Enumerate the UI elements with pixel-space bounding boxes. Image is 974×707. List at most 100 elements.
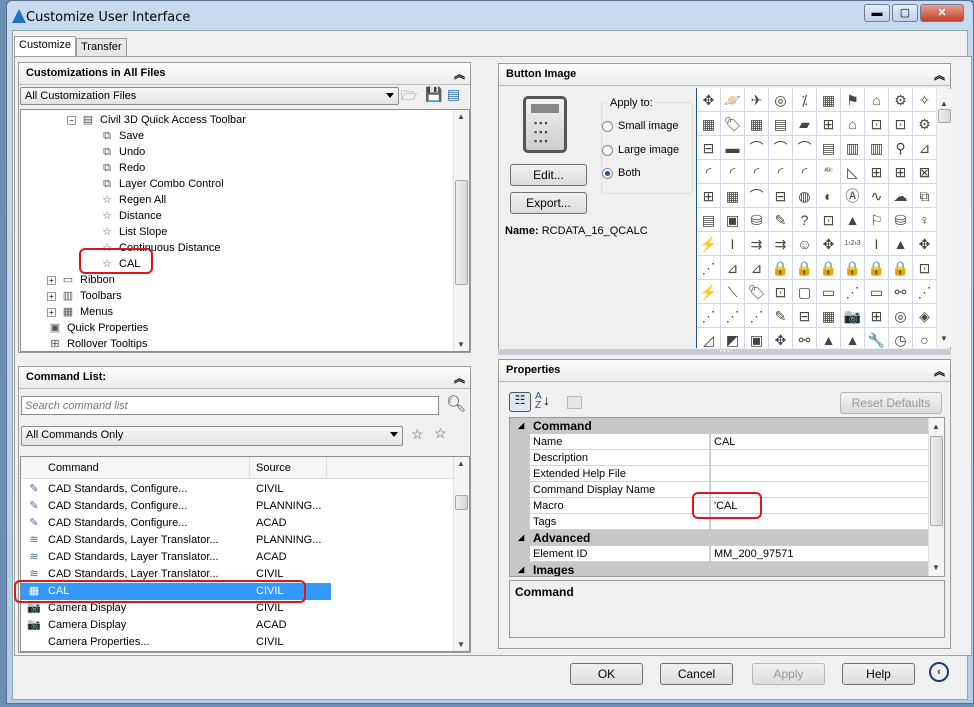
button-image-option-icon[interactable]: ⇉ bbox=[769, 232, 793, 256]
apply-button[interactable]: Apply bbox=[752, 663, 825, 685]
button-image-option-icon[interactable]: ☺ bbox=[793, 232, 817, 256]
collapse-panes-icon[interactable]: ‹ bbox=[929, 662, 949, 682]
tree-item[interactable]: ⧉ Undo bbox=[99, 144, 145, 160]
button-image-option-icon[interactable]: ◈ bbox=[913, 304, 936, 328]
property-group[interactable]: ◢ Command bbox=[510, 418, 928, 434]
collapse-triangle-icon[interactable]: ◢ bbox=[518, 530, 524, 546]
button-image-option-icon[interactable]: ▥ bbox=[841, 136, 865, 160]
button-image-option-icon[interactable]: ▦ bbox=[745, 112, 769, 136]
tree-item[interactable]: ☆ Distance bbox=[99, 208, 162, 224]
command-scrollbar[interactable]: ▲ ▼ bbox=[453, 457, 469, 651]
button-image-option-icon[interactable]: ⇉ bbox=[745, 232, 769, 256]
button-image-option-icon[interactable]: ▤ bbox=[817, 136, 841, 160]
button-image-option-icon[interactable]: ▭ bbox=[817, 280, 841, 304]
edit-button[interactable]: Edit... bbox=[510, 164, 587, 186]
button-image-option-icon[interactable]: ▦ bbox=[721, 184, 745, 208]
button-image-option-icon[interactable]: ⊞ bbox=[817, 112, 841, 136]
button-image-option-icon[interactable]: 🔒 bbox=[793, 256, 817, 280]
table-row[interactable]: ✎ CAD Standards, Configure... PLANNING... bbox=[21, 498, 331, 515]
table-row[interactable]: ≋ CAD Standards, Layer Translator... ACAD bbox=[21, 549, 331, 566]
button-image-option-icon[interactable]: ⊡ bbox=[913, 256, 936, 280]
button-image-option-icon[interactable]: ⊞ bbox=[889, 160, 913, 184]
expander-icon[interactable]: + bbox=[47, 291, 56, 301]
button-image-option-icon[interactable]: ▦ bbox=[697, 112, 721, 136]
expander-icon[interactable]: + bbox=[47, 307, 56, 317]
button-image-option-icon[interactable]: ⚯ bbox=[889, 280, 913, 304]
button-image-option-icon[interactable]: ⛁ bbox=[745, 208, 769, 232]
maximize-button[interactable]: ▢ bbox=[892, 4, 918, 22]
button-image-option-icon[interactable]: ⚙ bbox=[913, 112, 936, 136]
expander-icon[interactable]: − bbox=[67, 115, 76, 125]
icon-grid-scrollbar[interactable]: ▲ ▼ bbox=[936, 89, 952, 347]
button-image-option-icon[interactable]: ◿ bbox=[697, 328, 721, 348]
cancel-button[interactable]: Cancel bbox=[660, 663, 733, 685]
scroll-down-icon[interactable]: ▼ bbox=[457, 340, 465, 349]
table-row[interactable]: ≋ CAD Standards, Layer Translator... PLANN… bbox=[21, 532, 331, 549]
sort-alphabetical-icon[interactable]: AZ bbox=[535, 392, 542, 411]
button-image-option-icon[interactable]: ✎ bbox=[769, 304, 793, 328]
button-image-option-icon[interactable]: ⛁ bbox=[889, 208, 913, 232]
button-image-option-icon[interactable]: ⚙ bbox=[889, 88, 913, 112]
button-image-option-icon[interactable]: ⟍ bbox=[721, 280, 745, 304]
collapse-icon[interactable]: ︽ bbox=[454, 66, 465, 82]
button-image-option-icon[interactable]: ✎ bbox=[769, 208, 793, 232]
button-image-option-icon[interactable]: ◜ bbox=[793, 160, 817, 184]
button-image-option-icon[interactable]: ◎ bbox=[889, 304, 913, 328]
button-image-option-icon[interactable]: ▤ bbox=[769, 112, 793, 136]
button-image-option-icon[interactable]: ▬ bbox=[721, 136, 745, 160]
radio-selected-icon[interactable] bbox=[602, 167, 613, 179]
scroll-thumb[interactable] bbox=[455, 495, 468, 510]
tree-item[interactable]: ⧉ Layer Combo Control bbox=[99, 176, 224, 192]
property-value[interactable] bbox=[711, 466, 928, 482]
button-image-option-icon[interactable]: ⊟ bbox=[697, 136, 721, 160]
button-image-option-icon[interactable]: ◎ bbox=[769, 88, 793, 112]
button-image-option-icon[interactable]: 🔒 bbox=[889, 256, 913, 280]
collapse-icon[interactable]: ︽ bbox=[454, 370, 465, 386]
property-row[interactable]: Name CAL bbox=[510, 434, 928, 450]
button-image-option-icon[interactable]: ⊞ bbox=[865, 160, 889, 184]
tree-scrollbar[interactable]: ▲ ▼ bbox=[453, 110, 469, 351]
collapse-icon[interactable]: ︽ bbox=[934, 67, 945, 83]
button-image-option-icon[interactable]: ◐ bbox=[817, 184, 841, 208]
button-image-option-icon[interactable]: ▲ bbox=[889, 232, 913, 256]
tree-item[interactable]: + ▥ Toolbars bbox=[47, 288, 122, 304]
new-command-icon[interactable]: ☆ bbox=[434, 425, 447, 442]
tree-item[interactable]: ⧉ Redo bbox=[99, 160, 145, 176]
button-image-option-icon[interactable]: ⊞ bbox=[697, 184, 721, 208]
table-row[interactable]: Camera Properties... CIVIL bbox=[21, 634, 331, 651]
button-image-option-icon[interactable]: ▤ bbox=[697, 208, 721, 232]
scroll-up-icon[interactable]: ▲ bbox=[932, 422, 940, 431]
button-image-option-icon[interactable]: ▰ bbox=[793, 112, 817, 136]
button-image-option-icon[interactable]: 🔒 bbox=[769, 256, 793, 280]
property-group[interactable]: ◢ Images bbox=[510, 562, 928, 576]
button-image-option-icon[interactable]: ⊟ bbox=[769, 184, 793, 208]
button-image-option-icon[interactable]: ◩ bbox=[721, 328, 745, 348]
button-image-option-icon[interactable]: ⊡ bbox=[769, 280, 793, 304]
button-image-option-icon[interactable]: ▦ bbox=[817, 304, 841, 328]
button-image-option-icon[interactable]: ⊿ bbox=[913, 136, 936, 160]
button-image-option-icon[interactable]: ▲ bbox=[817, 328, 841, 348]
button-image-option-icon[interactable]: ✥ bbox=[697, 88, 721, 112]
button-image-option-icon[interactable]: ⌒ bbox=[745, 184, 769, 208]
scroll-thumb[interactable] bbox=[930, 436, 943, 526]
search-command-input[interactable] bbox=[21, 396, 439, 415]
button-image-option-icon[interactable]: ◜ bbox=[697, 160, 721, 184]
button-image-option-icon[interactable]: 🔒 bbox=[817, 256, 841, 280]
export-button[interactable]: Export... bbox=[510, 192, 587, 214]
button-image-option-icon[interactable]: ✈ bbox=[745, 88, 769, 112]
close-button[interactable]: ✕ bbox=[920, 4, 964, 22]
button-image-option-icon[interactable]: ○ bbox=[913, 328, 936, 348]
partial-customization-icon[interactable]: ▤ bbox=[447, 86, 460, 103]
reset-defaults-button[interactable]: Reset Defaults bbox=[840, 392, 942, 414]
button-image-option-icon[interactable]: ⁒ bbox=[793, 88, 817, 112]
tab-customize[interactable]: Customize bbox=[14, 36, 76, 56]
button-image-option-icon[interactable]: ⊞ bbox=[865, 304, 889, 328]
table-row[interactable]: 📷 Camera Display ACAD bbox=[21, 617, 331, 634]
radio-icon[interactable] bbox=[602, 144, 613, 156]
button-image-option-icon[interactable]: 🔧 bbox=[865, 328, 889, 348]
button-image-option-icon[interactable]: ⚡ bbox=[697, 232, 721, 256]
command-filter-select[interactable]: All Commands Only bbox=[21, 426, 403, 446]
scroll-down-icon[interactable]: ▼ bbox=[940, 334, 948, 343]
button-image-option-icon[interactable]: ⊿ bbox=[745, 256, 769, 280]
button-image-option-icon[interactable]: ▣ bbox=[721, 208, 745, 232]
